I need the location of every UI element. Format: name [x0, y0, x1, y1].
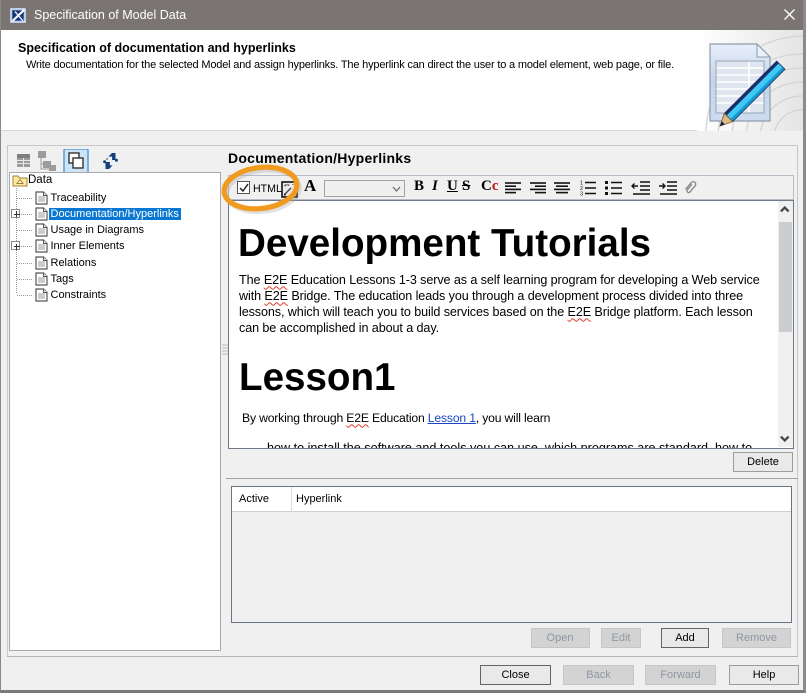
svg-text:3: 3 — [580, 192, 583, 197]
